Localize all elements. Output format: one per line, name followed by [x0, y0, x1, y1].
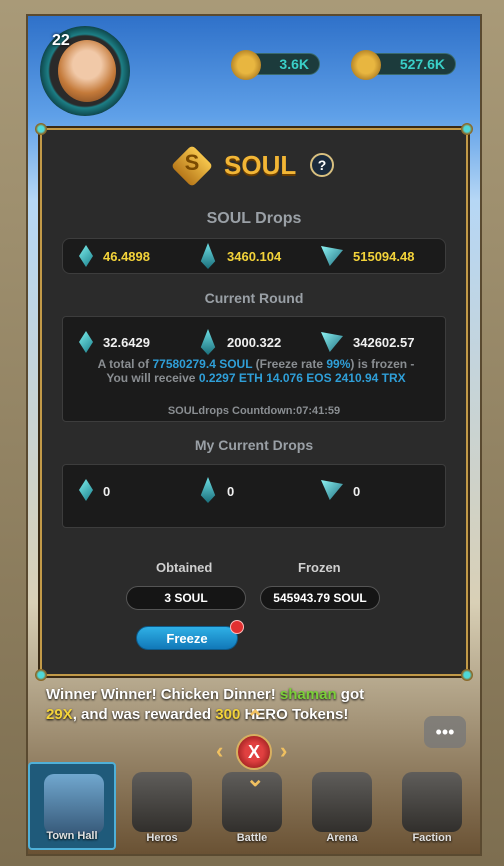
- hero-token-icon: [351, 50, 381, 80]
- current-round-title: Current Round: [204, 290, 304, 306]
- drops-eos-value: 46.4898: [103, 249, 150, 264]
- soul-drops-title: SOUL Drops: [206, 210, 302, 227]
- obtained-label: Obtained: [156, 560, 213, 575]
- eth-icon: [200, 477, 216, 503]
- faction-lock-icon: [402, 772, 462, 832]
- current-round-box: 32.6429 2000.322 342602.57 A total of 77…: [62, 316, 446, 422]
- corner-gem-icon: [35, 669, 47, 681]
- close-button[interactable]: X: [236, 734, 272, 770]
- gold-counter[interactable]: 3.6K: [231, 50, 320, 80]
- eos-icon: [79, 479, 93, 501]
- help-button[interactable]: ?: [310, 153, 334, 177]
- player-level: 22: [52, 32, 70, 49]
- nav-town-hall[interactable]: Town Hall: [28, 762, 116, 850]
- hero-icon: [132, 772, 192, 832]
- corner-gem-icon: [461, 669, 473, 681]
- chevron-left-icon[interactable]: ‹: [216, 738, 223, 764]
- chat-button[interactable]: •••: [424, 716, 466, 748]
- my-eth-value: 0: [227, 484, 235, 499]
- round-freeze-note: A total of 77580279.4 SOUL (Freeze rate …: [97, 357, 415, 385]
- freeze-button[interactable]: Freeze: [136, 626, 238, 650]
- my-drops-box: 0 0 0: [62, 464, 446, 528]
- nav-label: Arena: [326, 832, 358, 844]
- round-eos-value: 32.6429: [103, 335, 150, 350]
- nav-label: Faction: [412, 832, 452, 844]
- soul-modal: S SOUL ? SOUL Drops 46.4898 3460.104 515…: [35, 123, 473, 681]
- obtained-value: 3 SOUL: [126, 586, 246, 610]
- my-trx-value: 0: [353, 484, 361, 499]
- castle-icon: [44, 774, 104, 834]
- frozen-label: Frozen: [298, 560, 341, 575]
- drops-eth-value: 3460.104: [227, 249, 282, 264]
- soul-logo-letter: S: [184, 150, 200, 175]
- chevron-right-icon[interactable]: ›: [280, 738, 287, 764]
- modal-header: S SOUL ?: [42, 144, 466, 188]
- winner-ticker: Winner Winner! Chicken Dinner! shaman go…: [46, 686, 365, 723]
- eos-icon: [79, 245, 93, 267]
- modal-title: SOUL: [224, 150, 297, 180]
- frozen-value: 545943.79 SOUL: [260, 586, 380, 610]
- chevron-up-icon[interactable]: ⌃: [246, 706, 264, 732]
- eos-icon: [79, 331, 93, 353]
- my-drops-title: My Current Drops: [194, 437, 314, 453]
- notification-dot: [230, 620, 244, 634]
- eth-icon: [200, 329, 216, 355]
- souldrops-countdown: SOULdrops Countdown:07:41:59: [167, 405, 341, 417]
- corner-gem-icon: [461, 123, 473, 135]
- token-counter[interactable]: 527.6K: [351, 50, 456, 80]
- chat-bubble-icon: •••: [435, 721, 455, 742]
- corner-gem-icon: [35, 123, 47, 135]
- nav-label: Town Hall: [46, 830, 98, 842]
- eth-icon: [200, 243, 216, 269]
- trx-icon: [321, 480, 343, 500]
- trx-icon: [321, 246, 343, 266]
- round-trx-value: 342602.57: [353, 335, 415, 350]
- nav-arena[interactable]: Arena: [298, 762, 386, 850]
- my-eos-value: 0: [103, 484, 111, 499]
- round-eth-value: 2000.322: [227, 335, 282, 350]
- gold-coin-icon: [231, 50, 261, 80]
- drops-trx-value: 515094.48: [353, 249, 415, 264]
- arena-icon: [312, 772, 372, 832]
- token-value: 527.6K: [399, 56, 445, 72]
- nav-label: Battle: [236, 832, 268, 844]
- nav-faction[interactable]: Faction: [388, 762, 476, 850]
- gold-value: 3.6K: [279, 56, 309, 72]
- nav-label: Heros: [146, 832, 178, 844]
- nav-heros[interactable]: Heros: [118, 762, 206, 850]
- soul-drops-bar: 46.4898 3460.104 515094.48: [62, 238, 446, 274]
- trx-icon: [321, 332, 343, 352]
